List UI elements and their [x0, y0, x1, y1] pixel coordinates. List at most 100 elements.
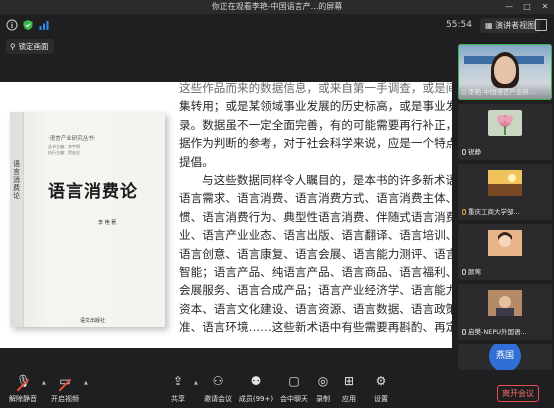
members-icon: ⚉ [250, 374, 262, 388]
participant-name-text: 重庆工商大学邹... [468, 208, 520, 216]
mic-icon [462, 329, 466, 335]
settings-label: 设置 [374, 395, 388, 403]
person-icon [488, 230, 522, 256]
book-publisher: 语文出版社 [80, 318, 106, 324]
mic-icon [462, 209, 466, 215]
apps-label: 应用 [342, 395, 356, 403]
close-icon[interactable]: ✕ [536, 0, 554, 14]
participant-name-text: 启樊-NEPU外国语... [468, 328, 527, 336]
leave-meeting-button[interactable]: 离开会议 [497, 385, 539, 402]
participant-tile[interactable]: 颜莺 [458, 224, 552, 280]
text-line: 语言需求、语言消费、语言消费方式、语言消费主体、语言消费习 [179, 191, 452, 206]
chevron-up-icon: ▲ [42, 380, 46, 386]
chevron-up-icon: ▲ [194, 380, 198, 386]
page-text: 这些作品而来的数据信息，或来自第一手调查，或是间接收 集转用；或是某领域事业发展… [179, 82, 452, 337]
start-video-button[interactable]: ▭ 开启视频 [50, 374, 80, 408]
participant-name: 颜莺 [462, 266, 481, 276]
share-screen-icon: ⇪ [172, 374, 184, 388]
text-line: 录。数据虽不一定全面完善，有的可能需要再行补正，但是利用数 [179, 117, 452, 132]
chat-icon: ▢ [288, 374, 300, 388]
meeting-window: 你正在观看李艳-中国语言产...的屏幕 — □ ✕ 55:54 ▦ 演讲者视图 … [0, 0, 554, 408]
audio-options-chevron-icon[interactable]: ▲ [38, 374, 46, 408]
avatar [488, 110, 522, 136]
title-bar: 你正在观看李艳-中国语言产...的屏幕 — □ ✕ [0, 0, 554, 14]
participant-name-text: 锐静 [468, 148, 481, 156]
record-button[interactable]: ◎ 录制 [312, 374, 334, 408]
book-title: 语言消费论 [48, 182, 138, 202]
invite-label: 邀请会议 [204, 395, 232, 403]
book-editors: 丛书主编：李宇明 执行主编：贺宏志 [48, 144, 108, 156]
speaker-view-dropdown[interactable]: ▦ 演讲者视图 [480, 18, 541, 33]
text-line: 提倡。 [179, 154, 214, 169]
avatar [488, 230, 522, 256]
video-face [494, 56, 516, 84]
share-button[interactable]: ⇪ 共享 [166, 374, 190, 408]
text-line: 语言创意、语言康复、语言会展、语言能力测评、语言技术、语言 [179, 246, 452, 261]
share-label: 共享 [171, 395, 185, 403]
book-cover: 语言消费论 ·语言产业研究丛书· 丛书主编：李宇明 执行主编：贺宏志 语言消费论… [10, 112, 165, 327]
participant-name-text: 李艳-中国语言产业研... [468, 88, 536, 96]
shield-icon[interactable] [22, 19, 34, 31]
info-icon[interactable] [6, 19, 18, 31]
record-label: 录制 [316, 395, 330, 403]
apps-icon: ⊞ [343, 374, 355, 388]
text-line: 准、语言环境……这些新术语中有些需要再斟酌、再定义，但这是新 [179, 320, 452, 335]
meeting-timer: 55:54 [446, 20, 472, 30]
participant-name: 启樊-NEPU外国语... [462, 326, 527, 336]
start-video-label: 开启视频 [51, 395, 79, 403]
participant-tile[interactable]: 燕国 [458, 344, 552, 370]
share-options-chevron-icon[interactable]: ▲ [190, 374, 198, 408]
invite-button[interactable]: ⚇ 邀请会议 [202, 374, 234, 408]
text-line: 业、语言产业业态、语言出版、语言翻译、语言培训、语言艺术、 [179, 228, 452, 243]
unmute-label: 解除静音 [9, 395, 37, 403]
book-series-title: ·语言产业研究丛书· [48, 136, 96, 142]
settings-button[interactable]: ⚙ 设置 [370, 374, 392, 408]
participant-name: 重庆工商大学邹... [462, 206, 520, 216]
participant-tile[interactable]: 锐静 [458, 104, 552, 160]
members-label: 成员(99+) [238, 395, 274, 403]
add-person-icon: ⚇ [212, 374, 224, 388]
mic-icon [462, 269, 466, 275]
signal-icon[interactable] [38, 19, 50, 31]
video-options-chevron-icon[interactable]: ▲ [80, 374, 88, 408]
book-editor-exec: 执行主编：贺宏志 [48, 150, 80, 155]
participant-tile[interactable]: 李艳-中国语言产业研... [458, 44, 552, 100]
text-line: 惯、语言消费行为、典型性语言消费、伴随式语言消费；语言产 [179, 209, 452, 224]
avatar [488, 170, 522, 196]
members-button[interactable]: ⚉ 成员(99+) [238, 374, 274, 408]
gear-icon: ⚙ [375, 374, 387, 388]
mic-icon [462, 89, 466, 95]
flower-icon [497, 115, 513, 135]
minimize-icon[interactable]: — [500, 0, 518, 14]
person-icon [488, 290, 522, 316]
apps-button[interactable]: ⊞ 应用 [338, 374, 360, 408]
chat-button[interactable]: ▢ 会中聊天 [278, 374, 310, 408]
text-line: 这些作品而来的数据信息，或来自第一手调查，或是间接收 [179, 82, 452, 95]
avatar [488, 290, 522, 316]
book-author: 李 艳 著 [98, 220, 117, 226]
fullscreen-icon[interactable] [535, 19, 547, 31]
record-icon: ◎ [317, 374, 329, 388]
mic-icon [462, 149, 466, 155]
unmute-button[interactable]: 🎙︎ 解除静音 [8, 374, 38, 408]
status-bar: 55:54 ▦ 演讲者视图 [0, 14, 554, 38]
participant-panel: 李艳-中国语言产业研... 锐静 重庆工商大学邹... 颜莺 启樊-NEPU外国 [456, 38, 554, 370]
grid-icon: ▦ [485, 21, 496, 30]
participant-name: 李艳-中国语言产业研... [462, 86, 535, 96]
participant-tile[interactable]: 重庆工商大学邹... [458, 164, 552, 220]
pin-icon: ⚲ [10, 42, 16, 51]
participant-tile[interactable]: 启樊-NEPU外国语... [458, 284, 552, 340]
participant-name: 锐静 [462, 146, 481, 156]
window-title: 你正在观看李艳-中国语言产...的屏幕 [211, 2, 343, 11]
maximize-icon[interactable]: □ [518, 0, 536, 14]
text-line: 据作为判断的参考，对于社会科学来说，应是一个特点，应当引以 [179, 136, 452, 151]
lock-view-button[interactable]: ⚲ 锁定画面 [6, 39, 54, 54]
text-line: 集转用；或是某领域事业发展的历史标高，或是事业发展的当下记 [179, 99, 452, 114]
text-line: 与这些数据同样令人瞩目的，是本书的许多新术语，例如： [202, 173, 452, 188]
avatar: 燕国 [489, 344, 521, 370]
meeting-toolbar: 🎙︎ 解除静音 ▲ ▭ 开启视频 ▲ ⇪ 共享 ▲ ⚇ 邀请会议 ⚉ 成员(99… [0, 370, 554, 408]
chat-label: 会中聊天 [280, 395, 308, 403]
lock-view-label: 锁定画面 [18, 42, 49, 51]
text-line: 会展服务、语言合成产品；语言产业经济学、语言能力、语言人力 [179, 283, 452, 298]
chevron-up-icon: ▲ [84, 380, 88, 386]
